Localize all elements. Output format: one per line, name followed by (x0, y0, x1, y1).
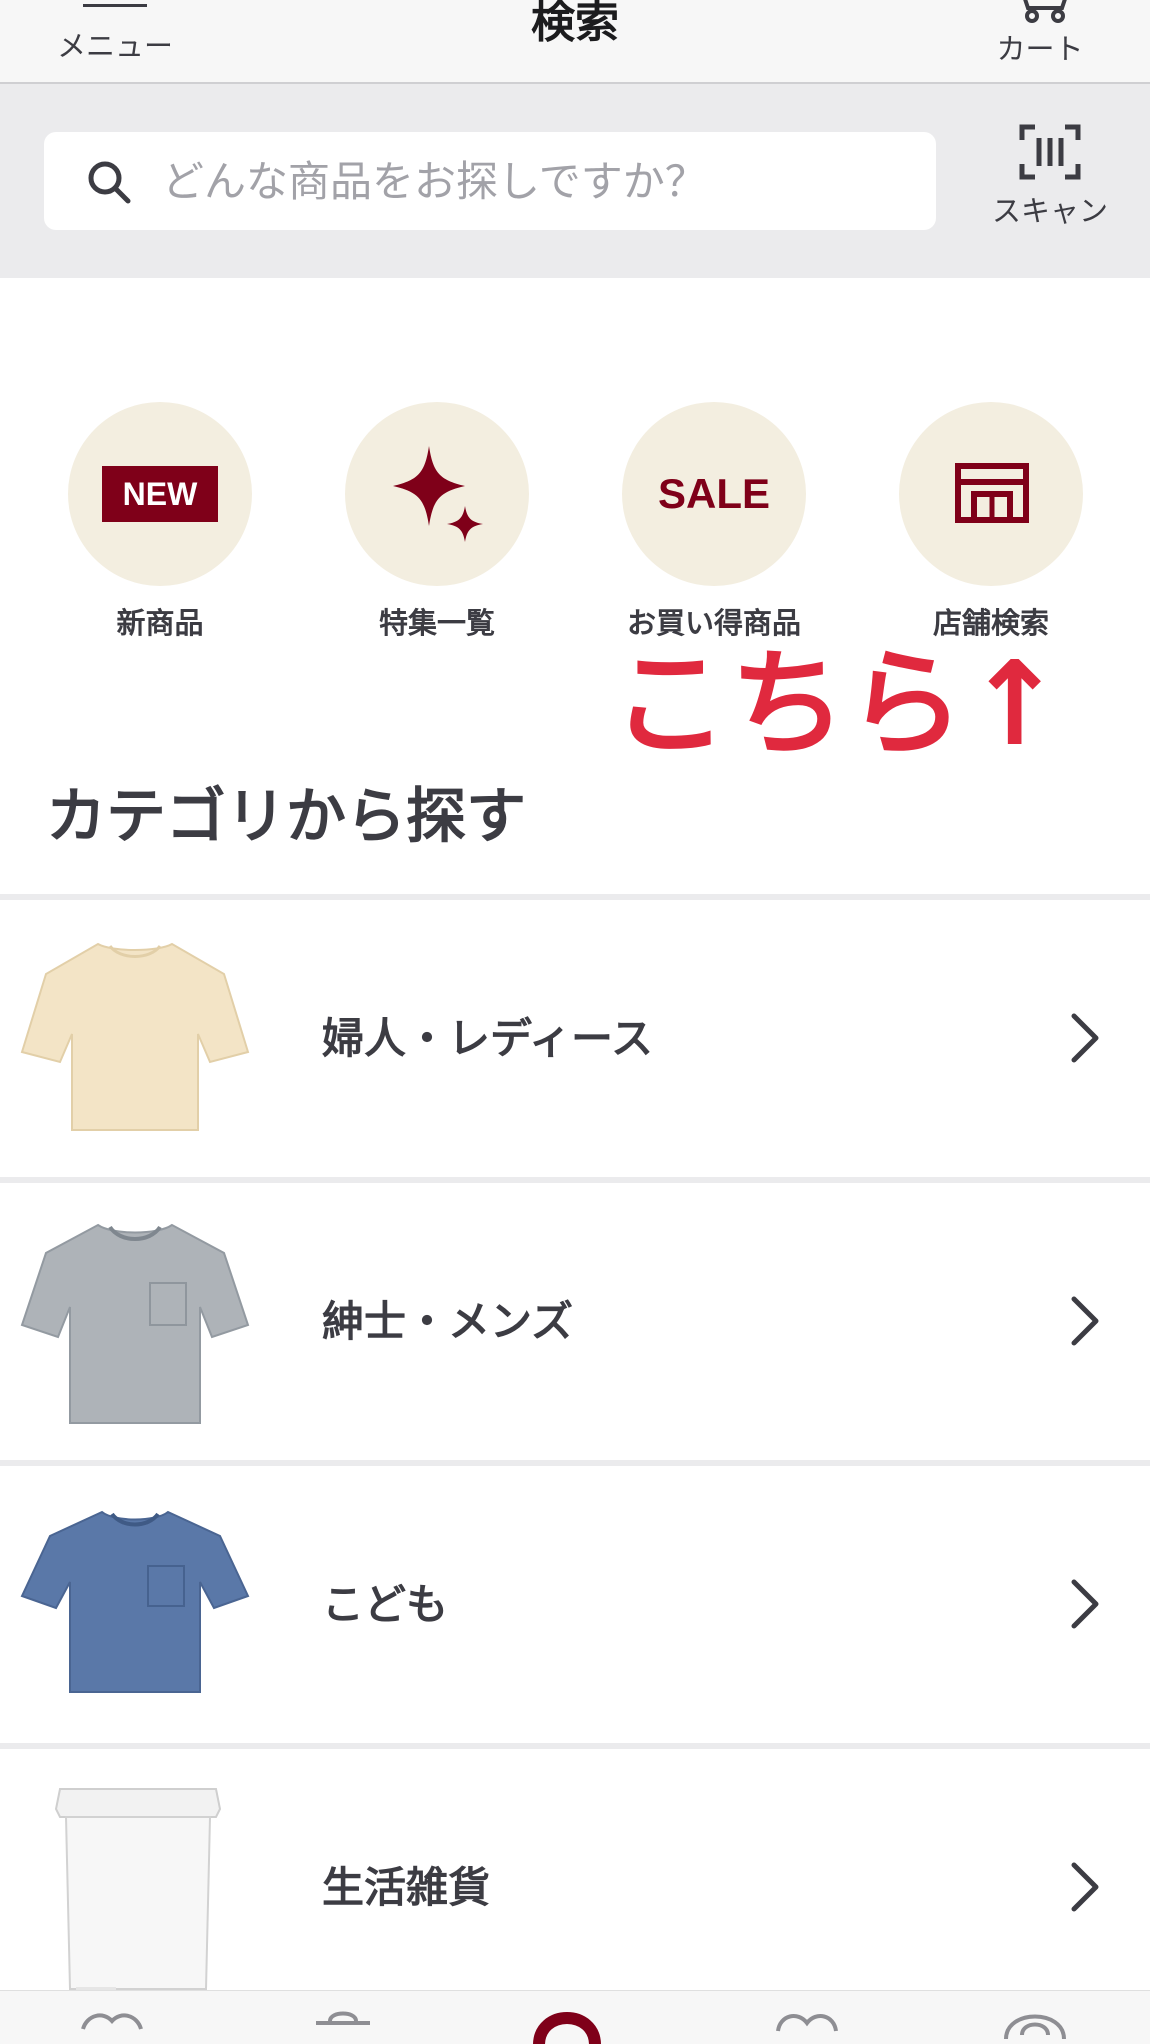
search-bar-area: スキャン (0, 84, 1150, 278)
scan-button[interactable]: スキャン (975, 124, 1125, 234)
category-label: こども (322, 1580, 449, 1629)
search-screen: メニュー 検索 カート スキ (0, 0, 1150, 2044)
location-pin-icon (533, 2012, 601, 2044)
mens-tshirt-image (20, 1223, 250, 1424)
shortcut-label: 新商品 (116, 606, 204, 640)
store-icon (955, 463, 1029, 523)
chevron-right-icon (1071, 1296, 1099, 1346)
shortcut-label: 特集一覧 (378, 606, 495, 640)
shortcut-label: 店舗検索 (932, 606, 1049, 640)
app-header: メニュー 検索 カート (0, 0, 1150, 84)
barcode-scan-icon (1019, 124, 1081, 180)
shortcut-circle (345, 402, 529, 586)
section-title: カテゴリから探す (46, 782, 526, 852)
annotation-text: こちら↑ (612, 637, 1066, 772)
home-icon (81, 2013, 143, 2030)
tab-favorites[interactable] (762, 2005, 852, 2044)
scan-label: スキャン (991, 194, 1108, 228)
category-list: 婦人・レディース 紳士・メンズ こども 生活雑貨 (0, 894, 1150, 2026)
shortcut-new-items[interactable]: NEW 新商品 (40, 402, 280, 642)
chevron-right-icon (1071, 1862, 1099, 1912)
category-row-kids[interactable]: こども (0, 1460, 1150, 1743)
search-icon (88, 161, 131, 204)
category-row-household[interactable]: 生活雑貨 (0, 1743, 1150, 2026)
cart-button[interactable]: カート (975, 0, 1105, 66)
category-row-mens[interactable]: 紳士・メンズ (0, 1177, 1150, 1460)
tab-home[interactable] (67, 2005, 157, 2044)
shortcut-circle (899, 402, 1083, 586)
search-box[interactable] (44, 132, 936, 230)
kids-tshirt-image (20, 1510, 250, 1693)
search-input[interactable] (162, 132, 902, 230)
category-label: 生活雑貨 (322, 1863, 491, 1912)
sale-icon: SALE (657, 470, 770, 517)
new-badge-icon: NEW (102, 466, 218, 522)
cart-label: カート (996, 32, 1084, 66)
chevron-right-icon (1071, 1013, 1099, 1063)
tab-shop[interactable] (298, 2005, 388, 2044)
trash-bin-image (54, 1788, 222, 1999)
cart-icon (1023, 0, 1067, 23)
category-label: 紳士・メンズ (322, 1297, 574, 1346)
bottom-tab-bar (0, 1990, 1150, 2044)
womens-tshirt-image (20, 942, 250, 1131)
category-label: 婦人・レディース (322, 1014, 653, 1063)
shortcut-sale[interactable]: SALE お買い得商品 (594, 402, 834, 642)
shortcut-store-search[interactable]: 店舗検索 (871, 402, 1111, 642)
category-row-womens[interactable]: 婦人・レディース (0, 894, 1150, 1177)
shortcut-circle: SALE (622, 402, 806, 586)
shortcut-features[interactable]: 特集一覧 (317, 402, 557, 642)
chevron-right-icon (1071, 1579, 1099, 1629)
shortcut-label: お買い得商品 (626, 606, 801, 640)
tab-account[interactable] (990, 2005, 1080, 2044)
bag-icon (316, 2011, 370, 2025)
heart-icon (776, 2014, 838, 2032)
shortcut-circle: NEW (68, 402, 252, 586)
tab-search[interactable] (522, 2005, 612, 2044)
account-icon (1004, 2014, 1066, 2040)
sparkle-icon (393, 446, 483, 542)
